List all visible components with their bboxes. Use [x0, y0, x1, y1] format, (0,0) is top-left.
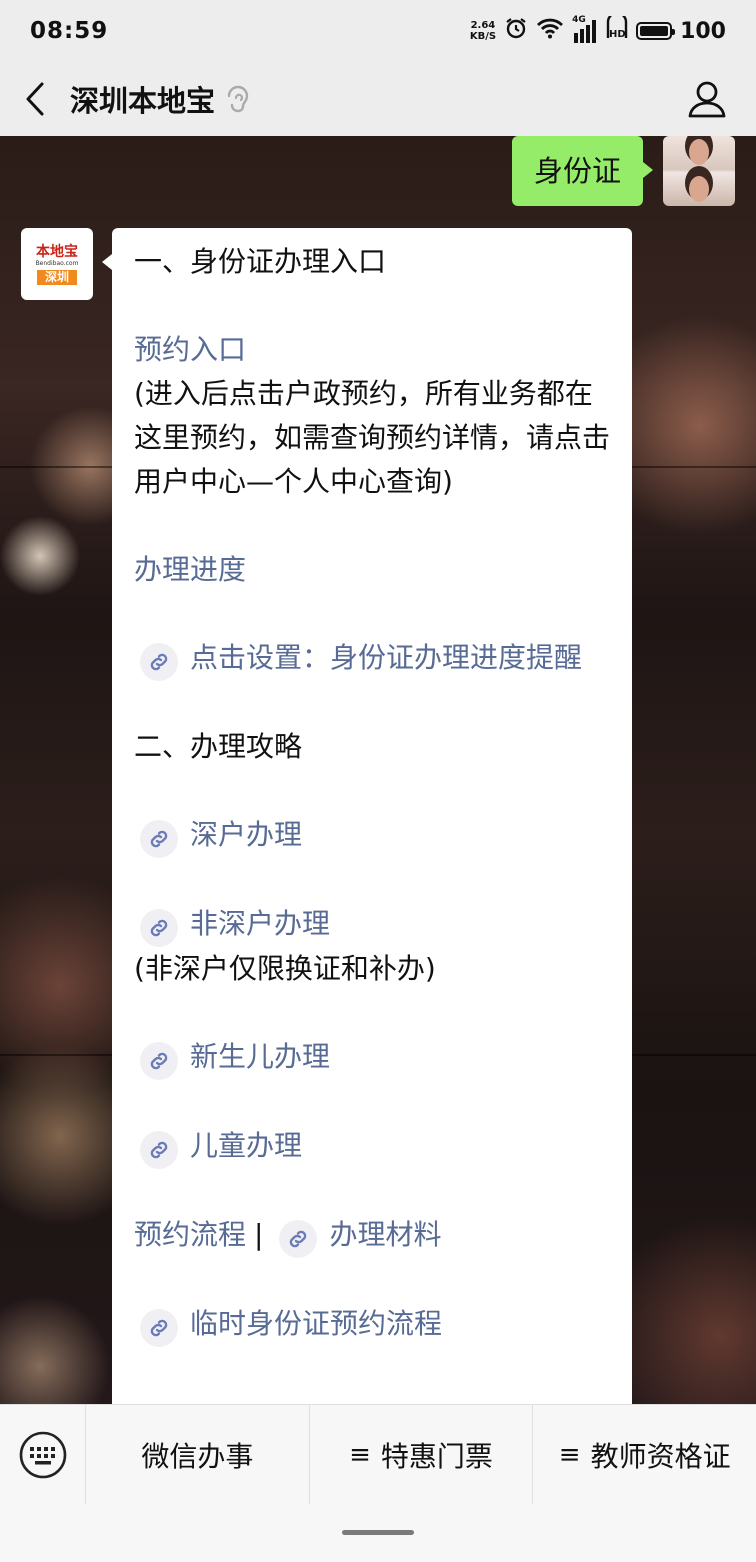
battery-level: 100 [680, 18, 726, 44]
temp-id-row[interactable]: 临时身份证预约流程 [134, 1302, 610, 1347]
mini-program-link-icon [140, 1042, 178, 1080]
gesture-bar-area [0, 1504, 756, 1562]
submenu-icon: ≡ [558, 1439, 581, 1470]
appointment-block: 预约入口 (进入后点击户政预约，所有业务都在这里预约，如需查询预约详情，请点击用… [134, 328, 610, 504]
home-indicator[interactable] [342, 1530, 414, 1535]
keyboard-icon [19, 1431, 66, 1478]
keyboard-toggle-button[interactable] [0, 1404, 86, 1505]
hd-icon: HD [606, 11, 628, 46]
wifi-icon [536, 17, 564, 45]
temp-id-link[interactable]: 临时身份证预约流程 [190, 1307, 442, 1340]
menu-item-wechat-services[interactable]: 微信办事 [86, 1404, 310, 1505]
profile-icon [688, 81, 726, 118]
nav-bar: 深圳本地宝 [0, 62, 756, 136]
shenzhen-hukou-link[interactable]: 深户办理 [190, 818, 302, 851]
network-type: 4G [572, 15, 586, 25]
materials-link[interactable]: 办理材料 [329, 1218, 441, 1251]
net-speed-unit: KB/S [469, 31, 497, 42]
profile-button[interactable] [684, 76, 730, 122]
non-shenzhen-note: (非深户仅限换证和补办) [134, 952, 436, 985]
back-arrow-icon [26, 82, 44, 116]
user-message: 身份证 [511, 136, 735, 206]
progress-link[interactable]: 办理进度 [134, 548, 610, 592]
bottom-menu: 微信办事 ≡ 特惠门票 ≡ 教师资格证 [0, 1404, 756, 1505]
ear-icon [227, 85, 249, 113]
mini-program-link-icon [140, 643, 178, 681]
separator: | [254, 1218, 264, 1251]
section-heading: 一、身份证办理入口 [134, 245, 387, 278]
appointment-note: (进入后点击户政预约，所有业务都在这里预约，如需查询预约详情，请点击用户中心—个… [134, 377, 611, 498]
mini-program-link-icon [140, 1131, 178, 1169]
submenu-icon: ≡ [349, 1439, 371, 1470]
mini-program-link-icon [140, 909, 178, 947]
signal-icon: 4G [572, 15, 598, 43]
non-shenzhen-block: 非深户办理 (非深户仅限换证和补办) [134, 902, 610, 991]
bot-avatar[interactable]: 本地宝 Bendibao.com 深圳 [21, 228, 93, 300]
bot-avatar-brand: 本地宝 [36, 243, 78, 260]
shenzhen-hukou-row[interactable]: 深户办理 [134, 813, 610, 858]
avatar-face [689, 139, 709, 165]
non-shenzhen-link[interactable]: 非深户办理 [190, 907, 330, 940]
chat-area[interactable]: 身份证 本地宝 Bendibao.com 深圳 一、身份证办理入口 预约入口 (… [0, 136, 756, 1404]
page-title: 深圳本地宝 [70, 84, 216, 118]
back-button[interactable] [0, 62, 70, 136]
appointment-link[interactable]: 预约入口 [134, 328, 610, 372]
section-heading: 二、办理攻略 [134, 730, 303, 763]
alarm-icon [504, 16, 528, 46]
battery-icon [636, 22, 676, 40]
mini-program-link-icon [140, 1309, 178, 1347]
mini-program-link-icon [279, 1220, 318, 1258]
battery-fill [640, 26, 669, 36]
menu-item-label: 教师资格证 [590, 1439, 731, 1473]
user-message-bubble[interactable]: 身份证 [511, 136, 654, 206]
process-link[interactable]: 预约流程 [134, 1218, 246, 1251]
child-row[interactable]: 儿童办理 [134, 1124, 610, 1169]
child-link[interactable]: 儿童办理 [190, 1129, 302, 1162]
user-avatar[interactable] [663, 136, 735, 206]
menu-item-label: 微信办事 [141, 1439, 254, 1473]
mini-program-link-icon [140, 820, 178, 858]
reminder-row[interactable]: 点击设置：身份证办理进度提醒 [134, 636, 610, 681]
net-speed-value: 2.64 [470, 20, 496, 31]
menu-item-label: 特惠门票 [380, 1439, 493, 1473]
status-icons: 2.64 KB/S 4G HD 100 [470, 11, 726, 46]
reminder-link[interactable]: 点击设置：身份证办理进度提醒 [190, 641, 582, 674]
svg-text:HD: HD [609, 29, 626, 40]
menu-item-discount-tickets[interactable]: ≡ 特惠门票 [310, 1404, 534, 1505]
net-speed: 2.64 KB/S [470, 20, 496, 42]
status-time: 08:59 [30, 18, 109, 44]
process-row: 预约流程 | 办理材料 [134, 1213, 610, 1258]
menu-item-teacher-certificate[interactable]: ≡ 教师资格证 [533, 1405, 756, 1505]
bot-avatar-city: 深圳 [36, 269, 77, 285]
bot-message-bubble: 一、身份证办理入口 预约入口 (进入后点击户政预约，所有业务都在这里预约，如需查… [102, 228, 632, 1404]
avatar-face [689, 176, 709, 202]
status-bar: 08:59 2.64 KB/S 4G HD 100 [0, 0, 756, 62]
newborn-link[interactable]: 新生儿办理 [190, 1040, 330, 1073]
non-shenzhen-row[interactable]: 非深户办理 [134, 902, 610, 947]
newborn-row[interactable]: 新生儿办理 [134, 1035, 610, 1080]
bot-avatar-url: Bendibao.com [35, 259, 79, 267]
